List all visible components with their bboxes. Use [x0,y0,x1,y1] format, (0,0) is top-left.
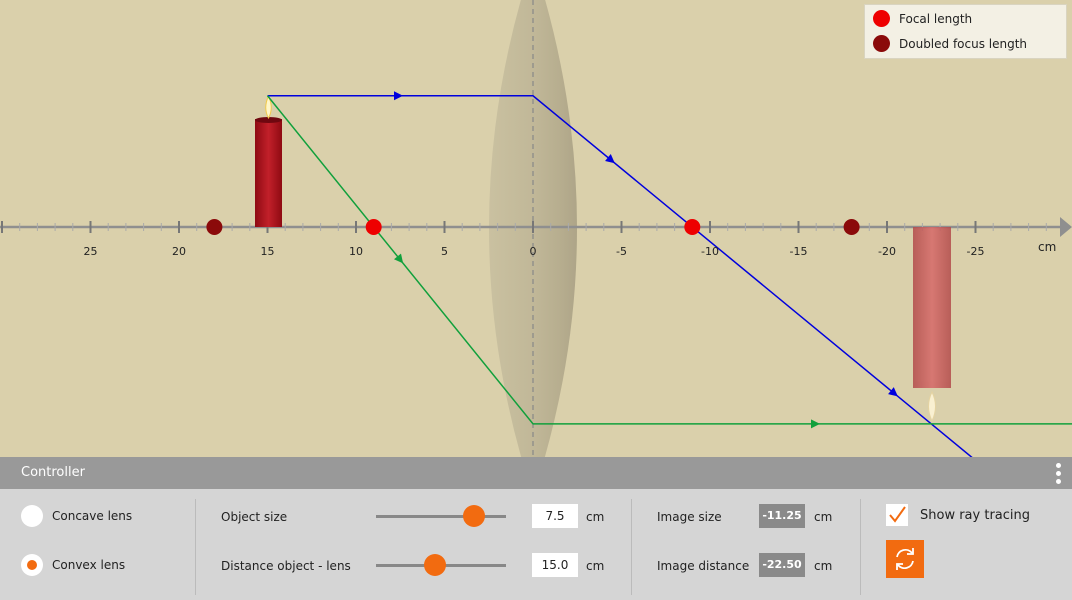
convex-lens-radio[interactable] [21,554,43,576]
image-distance-label: Image distance [657,559,750,573]
distance-input[interactable] [532,553,578,577]
ray-arrow [811,419,820,429]
object-size-slider-knob[interactable] [462,505,485,527]
reset-button[interactable] [886,540,924,578]
object-size-label: Object size [221,510,288,524]
tick-label: -10 [701,245,719,258]
legend-doubled: Doubled focus length [873,35,1027,52]
tick-label: -25 [966,245,985,258]
legend-focal: Focal length [873,10,972,27]
controller-panel: Concave lens Convex lens Object size cm … [0,489,1072,600]
axis-unit-label: cm [1038,240,1057,254]
legend-doubled-dot [873,35,890,52]
parallel-ray [267,95,973,457]
axis-arrow [1060,217,1072,237]
optical-bench [0,0,1072,457]
divider [860,499,861,595]
controller-title: Controller [21,465,85,480]
tick-label: 25 [83,245,98,258]
tick-label: 0 [529,245,537,258]
more-options-icon[interactable] [1056,463,1062,485]
legend-focal-dot [873,10,890,27]
concave-lens-label: Concave lens [52,509,133,523]
tick-label: 15 [260,245,275,258]
legend-doubled-label: Doubled focus length [899,36,1028,51]
tick-label: 10 [349,245,363,258]
object-size-input[interactable] [532,504,578,528]
image-distance-value: -22.50 [759,553,805,577]
tick-label: -15 [789,245,808,258]
concave-lens-radio[interactable] [21,505,43,527]
convex-lens-label: Convex lens [52,558,126,572]
tick-label: -5 [616,245,627,258]
doubled-focal-point [206,219,223,235]
divider [195,499,196,595]
show-ray-tracing-checkbox[interactable] [886,504,908,526]
focal-point [365,219,382,235]
distance-unit: cm [586,559,605,573]
object-size-unit: cm [586,510,605,524]
ray-arrow-head [811,419,820,429]
tick-label: 5 [441,245,448,258]
candle-body [255,119,282,227]
image-distance-unit: cm [814,559,833,573]
ray-arrow [394,91,403,101]
image-size-value: -11.25 [759,504,805,528]
focal-point [684,219,701,235]
doubled-focal-point [843,219,860,235]
image-flame [928,390,936,423]
image-size-label: Image size [657,510,722,524]
distance-slider-knob[interactable] [423,554,446,576]
tick-label: -20 [878,245,896,258]
divider [631,499,632,595]
optics-stage: Focal length Doubled focus length 25 20 15… [0,0,1072,457]
object-candle [255,94,282,227]
image-candle [913,227,951,423]
legend-focal-label: Focal length [899,11,973,26]
rays [266,91,1072,457]
checkmark-icon [889,506,906,523]
object-size-slider[interactable] [376,515,506,518]
refresh-icon [896,548,914,570]
image-size-unit: cm [814,510,833,524]
focal-ray [266,95,1072,425]
show-ray-tracing-label: Show ray tracing [920,508,1031,523]
image-body [913,227,951,388]
tick-label: 20 [172,245,186,258]
ray-arrow-head [394,91,403,101]
legend: Focal length Doubled focus length [864,4,1067,59]
distance-label: Distance object - lens [221,559,351,573]
controller-header: Controller [0,457,1072,489]
